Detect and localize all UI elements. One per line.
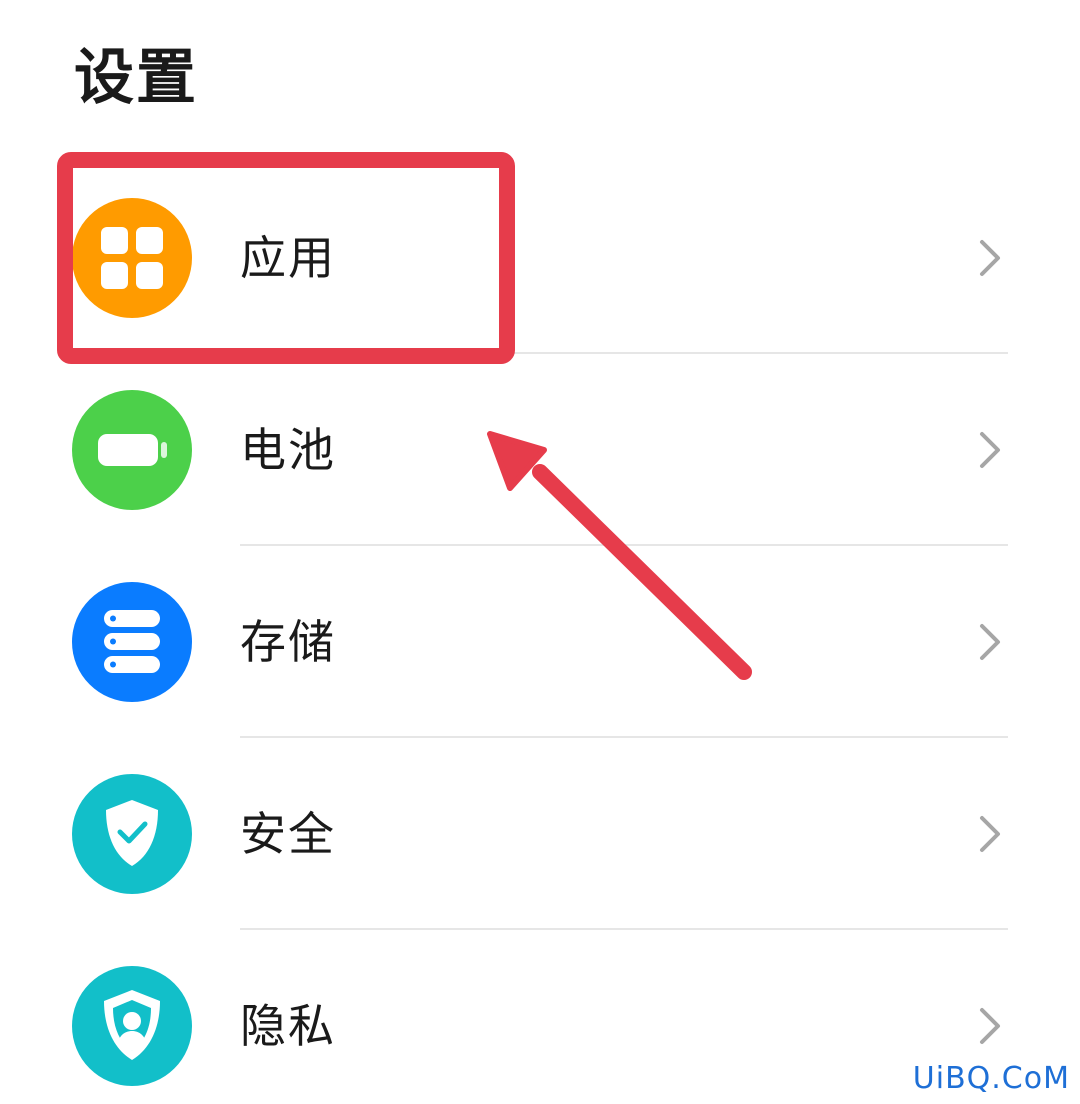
chevron-right-icon bbox=[980, 240, 1000, 276]
chevron-right-icon bbox=[980, 432, 1000, 468]
page-title: 设置 bbox=[74, 43, 198, 113]
chevron-right-icon bbox=[980, 624, 1000, 660]
settings-item-label: 应用 bbox=[240, 231, 336, 285]
settings-item-apps[interactable]: 应用 bbox=[0, 162, 1080, 354]
battery-icon bbox=[72, 390, 192, 510]
shield-check-icon bbox=[72, 774, 192, 894]
settings-item-battery[interactable]: 电池 bbox=[0, 354, 1080, 546]
apps-grid-icon bbox=[72, 198, 192, 318]
storage-icon bbox=[72, 582, 192, 702]
settings-item-security[interactable]: 安全 bbox=[0, 738, 1080, 930]
chevron-right-icon bbox=[980, 816, 1000, 852]
settings-item-label: 电池 bbox=[240, 423, 336, 477]
settings-item-label: 存储 bbox=[240, 615, 336, 669]
watermark: UiBQ.CoM bbox=[912, 1061, 1070, 1096]
privacy-shield-icon bbox=[72, 966, 192, 1086]
chevron-right-icon bbox=[980, 1008, 1000, 1044]
settings-item-label: 隐私 bbox=[240, 999, 336, 1053]
settings-list: 应用 电池 存储 安全 隐私 bbox=[0, 162, 1080, 1104]
settings-item-storage[interactable]: 存储 bbox=[0, 546, 1080, 738]
settings-page: 设置 应用 电池 存储 安全 隐私 UiBQ.CoM bbox=[0, 0, 1080, 1104]
settings-item-label: 安全 bbox=[240, 807, 336, 861]
